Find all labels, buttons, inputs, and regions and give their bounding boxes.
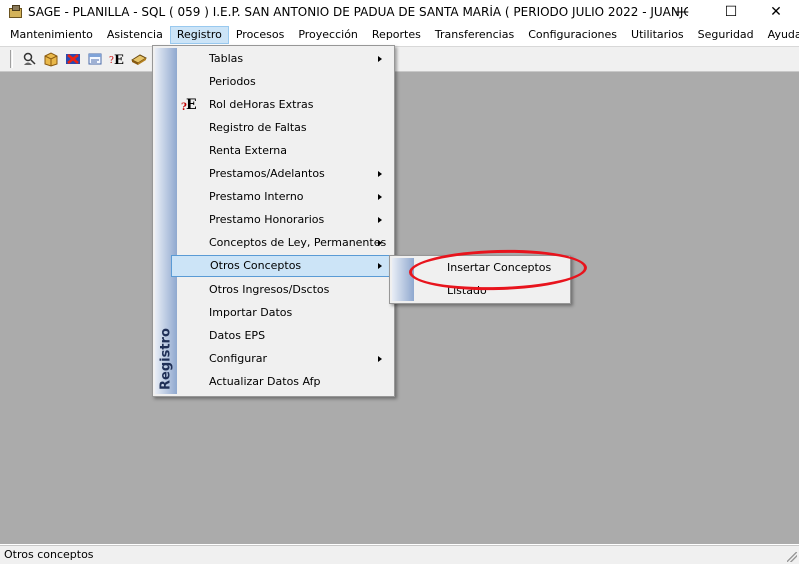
menu-utilitarios[interactable]: Utilitarios — [624, 26, 691, 44]
window-title: SAGE - PLANILLA - SQL ( 059 ) I.E.P. SAN… — [28, 5, 688, 19]
close-button[interactable]: ✕ — [753, 0, 799, 24]
minimize-button[interactable]: — — [659, 0, 705, 24]
menu-item-label: Prestamo Interno — [209, 190, 304, 203]
menu-item-prestamo-honorarios[interactable]: Prestamo Honorarios — [177, 209, 392, 231]
menu-registro[interactable]: Registro — [169, 26, 229, 44]
menu-item-registro-faltas[interactable]: Registro de Faltas — [177, 117, 392, 139]
menu-item-label: Tablas — [209, 52, 244, 65]
submenu-arrow-icon — [378, 56, 382, 62]
menu-item-label: Otros Ingresos/Dsctos — [209, 283, 330, 296]
search-person-icon[interactable] — [19, 49, 39, 69]
menu-item-label: Rol deHoras Extras — [209, 98, 314, 111]
menu-item-rol-horas-extras[interactable]: ? E Rol deHoras Extras — [177, 94, 392, 116]
menu-item-label: Prestamo Honorarios — [209, 213, 325, 226]
submenu-arrow-icon — [378, 240, 382, 246]
menu-item-importar-datos[interactable]: Importar Datos — [177, 302, 392, 324]
title-bar: SAGE - PLANILLA - SQL ( 059 ) I.E.P. SAN… — [0, 0, 799, 24]
menu-bar: Mantenimiento Asistencia Registro Proces… — [0, 25, 799, 45]
extras-e-icon: ? E — [181, 97, 197, 113]
menu-item-label: Renta Externa — [209, 144, 288, 157]
box-icon[interactable] — [41, 49, 61, 69]
menu-seguridad[interactable]: Seguridad — [691, 26, 761, 44]
menu-item-label: Registro de Faltas — [209, 121, 307, 134]
menu-item-label: Otros Conceptos — [210, 259, 302, 272]
menu-item-prestamo-interno[interactable]: Prestamo Interno — [177, 186, 392, 208]
menu-side-band: Registro — [155, 48, 177, 394]
toolbar-grip[interactable] — [10, 50, 13, 68]
submenu-arrow-icon — [378, 356, 382, 362]
submenu-arrow-icon — [378, 171, 382, 177]
status-bar: Otros conceptos — [0, 545, 799, 564]
menu-item-datos-eps[interactable]: Datos EPS — [177, 325, 392, 347]
status-text: Otros conceptos — [4, 548, 94, 561]
menu-side-band — [392, 258, 414, 301]
menu-asistencia[interactable]: Asistencia — [100, 26, 170, 44]
menu-item-label: Importar Datos — [209, 306, 293, 319]
menu-proyeccion[interactable]: Proyección — [291, 26, 365, 44]
menu-mantenimiento[interactable]: Mantenimiento — [3, 26, 100, 44]
book-icon[interactable] — [129, 49, 149, 69]
submenu-arrow-icon — [378, 263, 382, 269]
menu-item-label: Prestamos/Adelantos — [209, 167, 325, 180]
menu-item-label: Actualizar Datos Afp — [209, 375, 321, 388]
mdi-workspace — [0, 72, 799, 544]
menu-item-periodos[interactable]: Periodos — [177, 71, 392, 93]
menu-item-label: Configurar — [209, 352, 268, 365]
menu-item-tablas[interactable]: Tablas — [177, 48, 392, 70]
app-icon — [8, 4, 24, 20]
menu-item-label: Periodos — [209, 75, 256, 88]
delete-x-icon[interactable] — [63, 49, 83, 69]
svg-text:E: E — [114, 53, 124, 67]
menu-item-conceptos-ley[interactable]: Conceptos de Ley, Permanentes — [177, 232, 392, 254]
extras-e-icon[interactable]: ? E — [107, 49, 127, 69]
menu-item-actualizar-afp[interactable]: Actualizar Datos Afp — [177, 371, 392, 393]
menu-item-label: Conceptos de Ley, Permanentes — [209, 236, 387, 249]
submenu-arrow-icon — [378, 217, 382, 223]
menu-procesos[interactable]: Procesos — [229, 26, 291, 44]
menu-item-otros-conceptos[interactable]: Otros Conceptos — [171, 255, 393, 277]
menu-item-renta-externa[interactable]: Renta Externa — [177, 140, 392, 162]
menu-side-label: Registro — [158, 328, 174, 390]
menu-item-label: Datos EPS — [209, 329, 266, 342]
menu-reportes[interactable]: Reportes — [365, 26, 428, 44]
form-icon[interactable] — [85, 49, 105, 69]
menu-transferencias[interactable]: Transferencias — [428, 26, 521, 44]
submenu-arrow-icon — [378, 194, 382, 200]
registro-dropdown-menu: Registro Tablas Periodos ? E Rol deHoras … — [152, 45, 395, 397]
maximize-button[interactable]: ☐ — [708, 0, 754, 24]
menu-configuraciones[interactable]: Configuraciones — [521, 26, 624, 44]
menu-item-prestamos-adelantos[interactable]: Prestamos/Adelantos — [177, 163, 392, 185]
menu-item-configurar[interactable]: Configurar — [177, 348, 392, 370]
toolbar: ? E — [0, 46, 799, 72]
resize-grip-icon[interactable] — [787, 552, 797, 562]
menu-item-otros-ingresos[interactable]: Otros Ingresos/Dsctos — [177, 279, 392, 301]
menu-ayuda[interactable]: Ayuda — [761, 26, 799, 44]
